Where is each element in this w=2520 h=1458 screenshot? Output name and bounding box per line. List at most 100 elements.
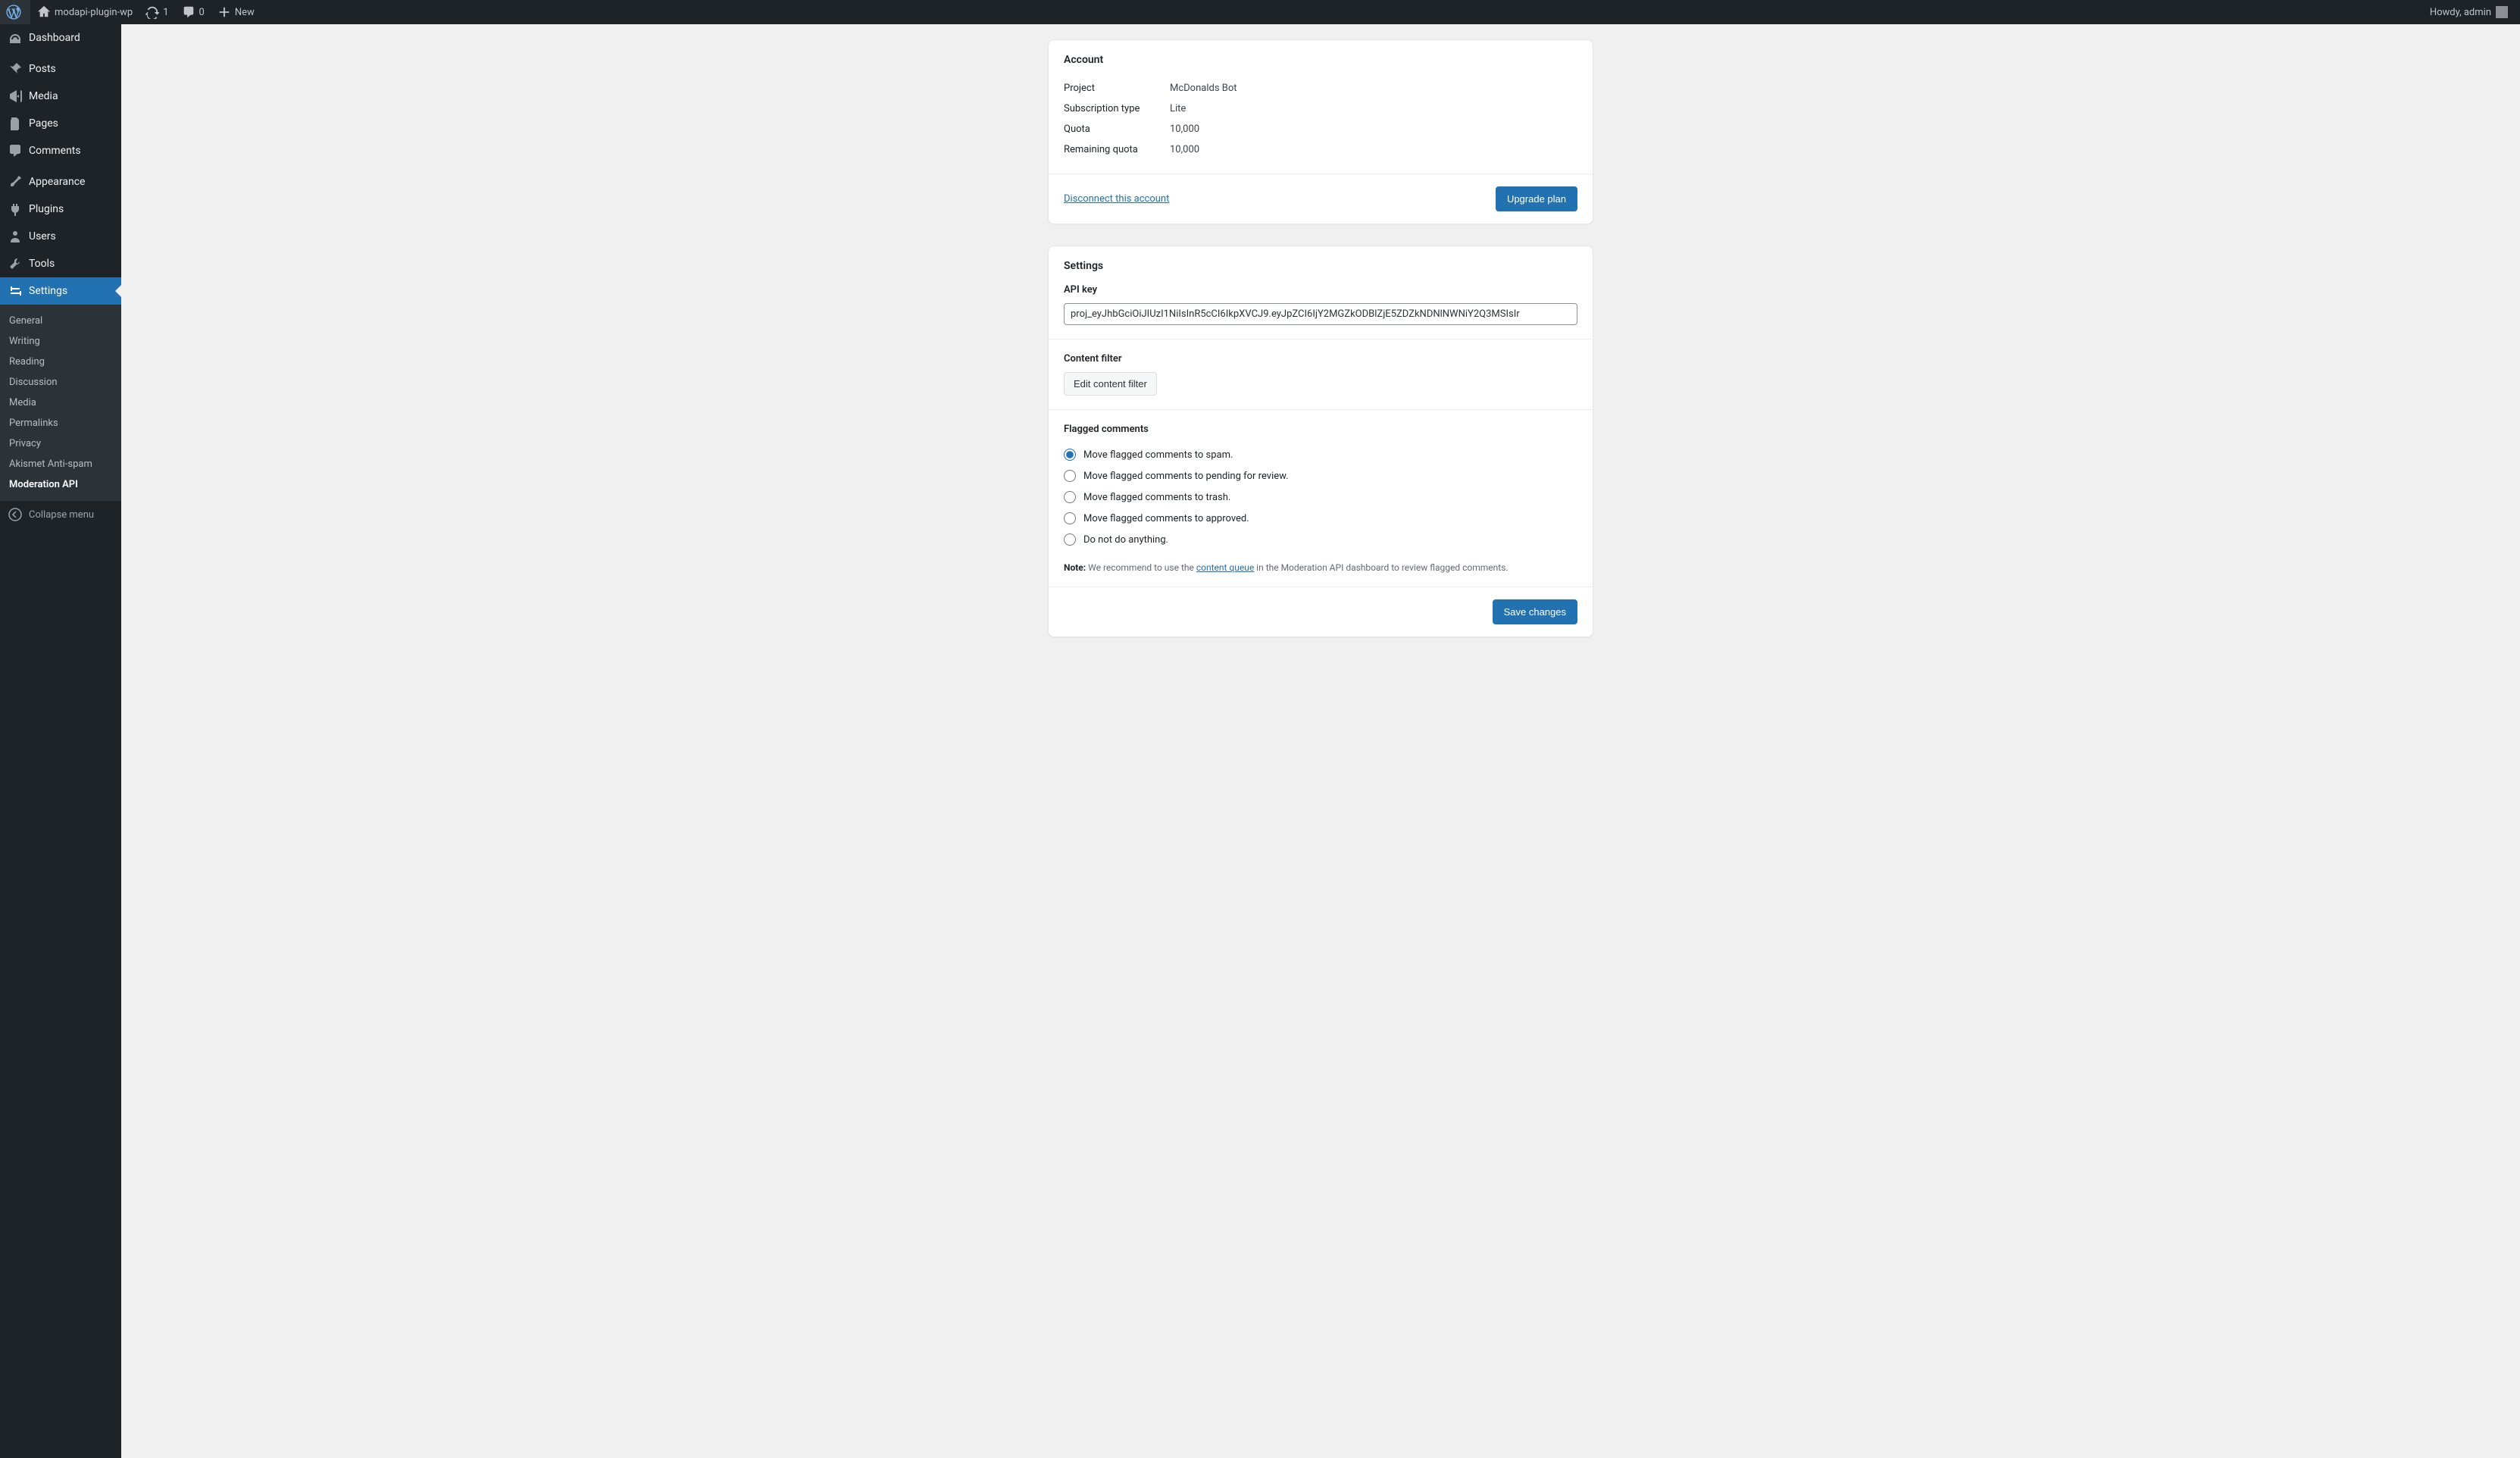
submenu-discussion[interactable]: Discussion (0, 372, 121, 393)
flagged-radio-label: Move flagged comments to approved. (1083, 513, 1249, 524)
submenu-reading[interactable]: Reading (0, 352, 121, 372)
submenu-akismet[interactable]: Akismet Anti-spam (0, 454, 121, 474)
wp-logo[interactable] (0, 0, 30, 24)
avatar (2496, 6, 2508, 18)
menu-plugins[interactable]: Plugins (0, 196, 121, 223)
subscription-value: Lite (1170, 103, 1186, 114)
note-post: in the Moderation API dashboard to revie… (1254, 562, 1508, 573)
flagged-radio-group: Move flagged comments to spam. Move flagg… (1064, 444, 1577, 550)
wrench-icon (8, 256, 23, 271)
menu-users[interactable]: Users (0, 223, 121, 250)
flagged-radio-input[interactable] (1064, 533, 1076, 546)
collapse-icon (8, 507, 23, 522)
updates-menu[interactable]: 1 (139, 0, 174, 24)
menu-settings[interactable]: Settings (0, 277, 121, 305)
submenu-writing[interactable]: Writing (0, 331, 121, 352)
flagged-radio-input[interactable] (1064, 449, 1076, 461)
user-icon (8, 229, 23, 244)
pin-icon (8, 61, 23, 77)
account-title: Account (1064, 54, 1577, 66)
subscription-row: Subscription type Lite (1064, 99, 1577, 119)
remaining-quota-row: Remaining quota 10,000 (1064, 139, 1577, 160)
save-changes-button[interactable]: Save changes (1493, 599, 1577, 624)
remaining-quota-value: 10,000 (1170, 144, 1199, 155)
flagged-radio-label: Do not do anything. (1083, 534, 1168, 546)
menu-label: Appearance (29, 176, 85, 188)
dashboard-icon (8, 30, 23, 45)
api-key-input[interactable] (1064, 303, 1577, 325)
menu-label: Settings (29, 285, 67, 297)
collapse-menu[interactable]: Collapse menu (0, 501, 121, 528)
menu-label: Posts (29, 63, 56, 75)
menu-label: Users (29, 230, 56, 242)
plug-icon (8, 202, 23, 217)
menu-appearance[interactable]: Appearance (0, 168, 121, 196)
menu-tools[interactable]: Tools (0, 250, 121, 277)
comments-menu[interactable]: 0 (175, 0, 211, 24)
remaining-quota-label: Remaining quota (1064, 144, 1170, 155)
sliders-icon (8, 283, 23, 299)
menu-pages[interactable]: Pages (0, 110, 121, 137)
submenu-privacy[interactable]: Privacy (0, 433, 121, 454)
note-bold: Note: (1064, 562, 1086, 573)
comment-icon (181, 5, 196, 20)
admin-menu: Dashboard Posts Media Pages Comments App… (0, 24, 121, 1458)
api-key-label: API key (1064, 284, 1577, 296)
home-icon (36, 5, 52, 20)
comments-icon (8, 143, 23, 158)
updates-count: 1 (163, 7, 168, 18)
flagged-radio-label: Move flagged comments to spam. (1083, 449, 1233, 461)
account-card: Account Project McDonalds Bot Subscripti… (1048, 39, 1593, 224)
flagged-radio-input[interactable] (1064, 491, 1076, 503)
page-icon (8, 116, 23, 131)
project-value: McDonalds Bot (1170, 83, 1237, 94)
update-icon (145, 5, 160, 20)
menu-label: Dashboard (29, 32, 80, 44)
flagged-radio-input[interactable] (1064, 512, 1076, 524)
upgrade-plan-button[interactable]: Upgrade plan (1496, 186, 1577, 211)
settings-title: Settings (1064, 260, 1577, 272)
flagged-radio-option[interactable]: Move flagged comments to spam. (1064, 444, 1577, 465)
menu-label: Comments (29, 145, 81, 157)
note-pre: We recommend to use the (1086, 562, 1196, 573)
media-icon (8, 89, 23, 104)
menu-dashboard[interactable]: Dashboard (0, 24, 121, 52)
submenu-moderation-api[interactable]: Moderation API (0, 474, 121, 495)
disconnect-account-link[interactable]: Disconnect this account (1064, 193, 1169, 205)
submenu-media[interactable]: Media (0, 393, 121, 413)
site-name-menu[interactable]: modapi-plugin-wp (30, 0, 139, 24)
project-label: Project (1064, 83, 1170, 94)
submenu-general[interactable]: General (0, 311, 121, 331)
admin-bar: modapi-plugin-wp 1 0 New Howdy, admin (0, 0, 2520, 24)
brush-icon (8, 174, 23, 189)
wordpress-icon (6, 5, 21, 20)
edit-content-filter-button[interactable]: Edit content filter (1064, 372, 1157, 396)
menu-media[interactable]: Media (0, 83, 121, 110)
recommendation-note: Note: We recommend to use the content qu… (1064, 562, 1577, 573)
flagged-radio-label: Move flagged comments to pending for rev… (1083, 471, 1289, 482)
flagged-radio-option[interactable]: Move flagged comments to trash. (1064, 487, 1577, 508)
menu-comments[interactable]: Comments (0, 137, 121, 164)
project-row: Project McDonalds Bot (1064, 78, 1577, 99)
subscription-label: Subscription type (1064, 103, 1170, 114)
menu-label: Tools (29, 258, 55, 270)
flagged-radio-option[interactable]: Do not do anything. (1064, 529, 1577, 550)
site-name-label: modapi-plugin-wp (55, 7, 133, 18)
content-filter-label: Content filter (1064, 353, 1577, 364)
settings-card: Settings API key Content filter Edit con… (1048, 246, 1593, 637)
plus-icon (217, 5, 232, 20)
flagged-radio-option[interactable]: Move flagged comments to approved. (1064, 508, 1577, 529)
new-content-menu[interactable]: New (211, 0, 261, 24)
new-label: New (235, 7, 255, 18)
main-content: Account Project McDonalds Bot Subscripti… (121, 0, 2520, 637)
flagged-comments-label: Flagged comments (1064, 424, 1577, 435)
greeting-label: Howdy, admin (2430, 7, 2491, 18)
content-queue-link[interactable]: content queue (1196, 562, 1254, 573)
menu-label: Pages (29, 117, 58, 130)
my-account-menu[interactable]: Howdy, admin (2424, 0, 2514, 24)
flagged-radio-option[interactable]: Move flagged comments to pending for rev… (1064, 465, 1577, 487)
submenu-permalinks[interactable]: Permalinks (0, 413, 121, 433)
menu-posts[interactable]: Posts (0, 55, 121, 83)
flagged-radio-label: Move flagged comments to trash. (1083, 492, 1230, 503)
flagged-radio-input[interactable] (1064, 470, 1076, 482)
